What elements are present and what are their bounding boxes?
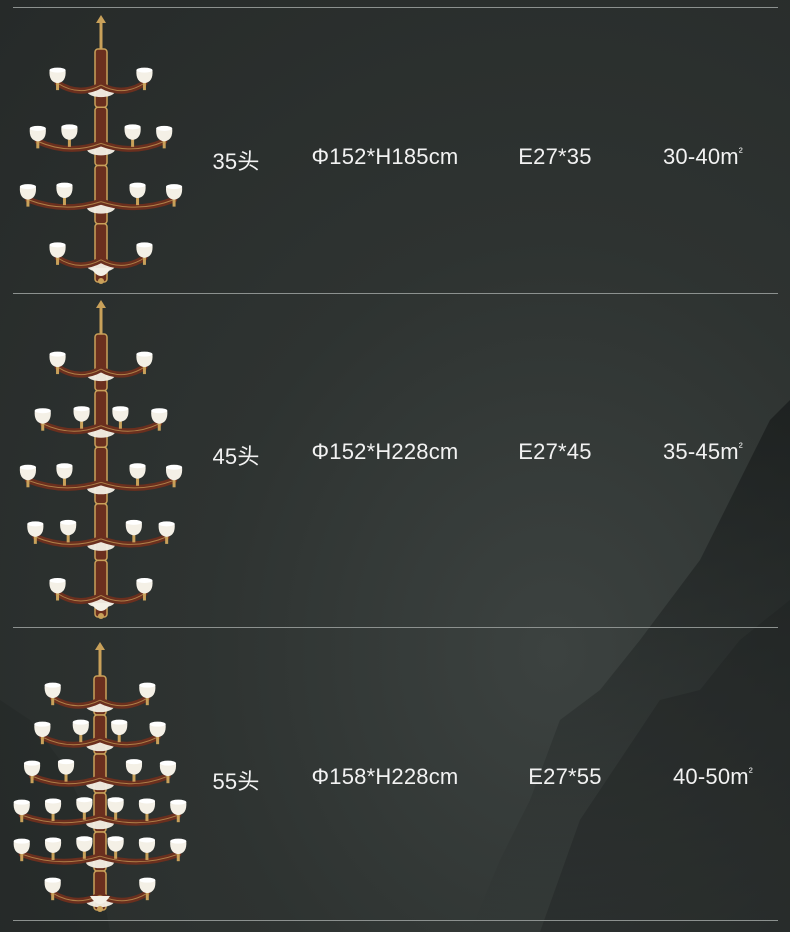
bulb-spec: E27*35 [518,144,592,169]
spec-row: 35头 Φ152*H185cm E27*35 30-40m² [0,8,790,293]
area-range: 35-45m² [663,439,743,464]
heads-count: 55头 [212,769,260,794]
divider-bottom [13,920,778,921]
heads-count: 35头 [212,149,260,174]
dimensions: Φ152*H185cm [311,144,459,169]
area-range: 40-50m² [673,764,753,789]
spec-row: 55头 Φ158*H228cm E27*55 40-50m² [0,628,790,920]
spec-row: 45头 Φ152*H228cm E27*45 35-45m² [0,294,790,627]
area-range: 30-40m² [663,144,743,169]
heads-count: 45头 [212,444,260,469]
chandelier-image-55 [13,642,187,912]
chandelier-image-35 [19,15,183,284]
dimensions: Φ152*H228cm [311,439,459,464]
bulb-spec: E27*55 [528,764,602,789]
dimensions: Φ158*H228cm [311,764,459,789]
chandelier-image-45 [19,300,183,619]
bulb-spec: E27*45 [518,439,592,464]
